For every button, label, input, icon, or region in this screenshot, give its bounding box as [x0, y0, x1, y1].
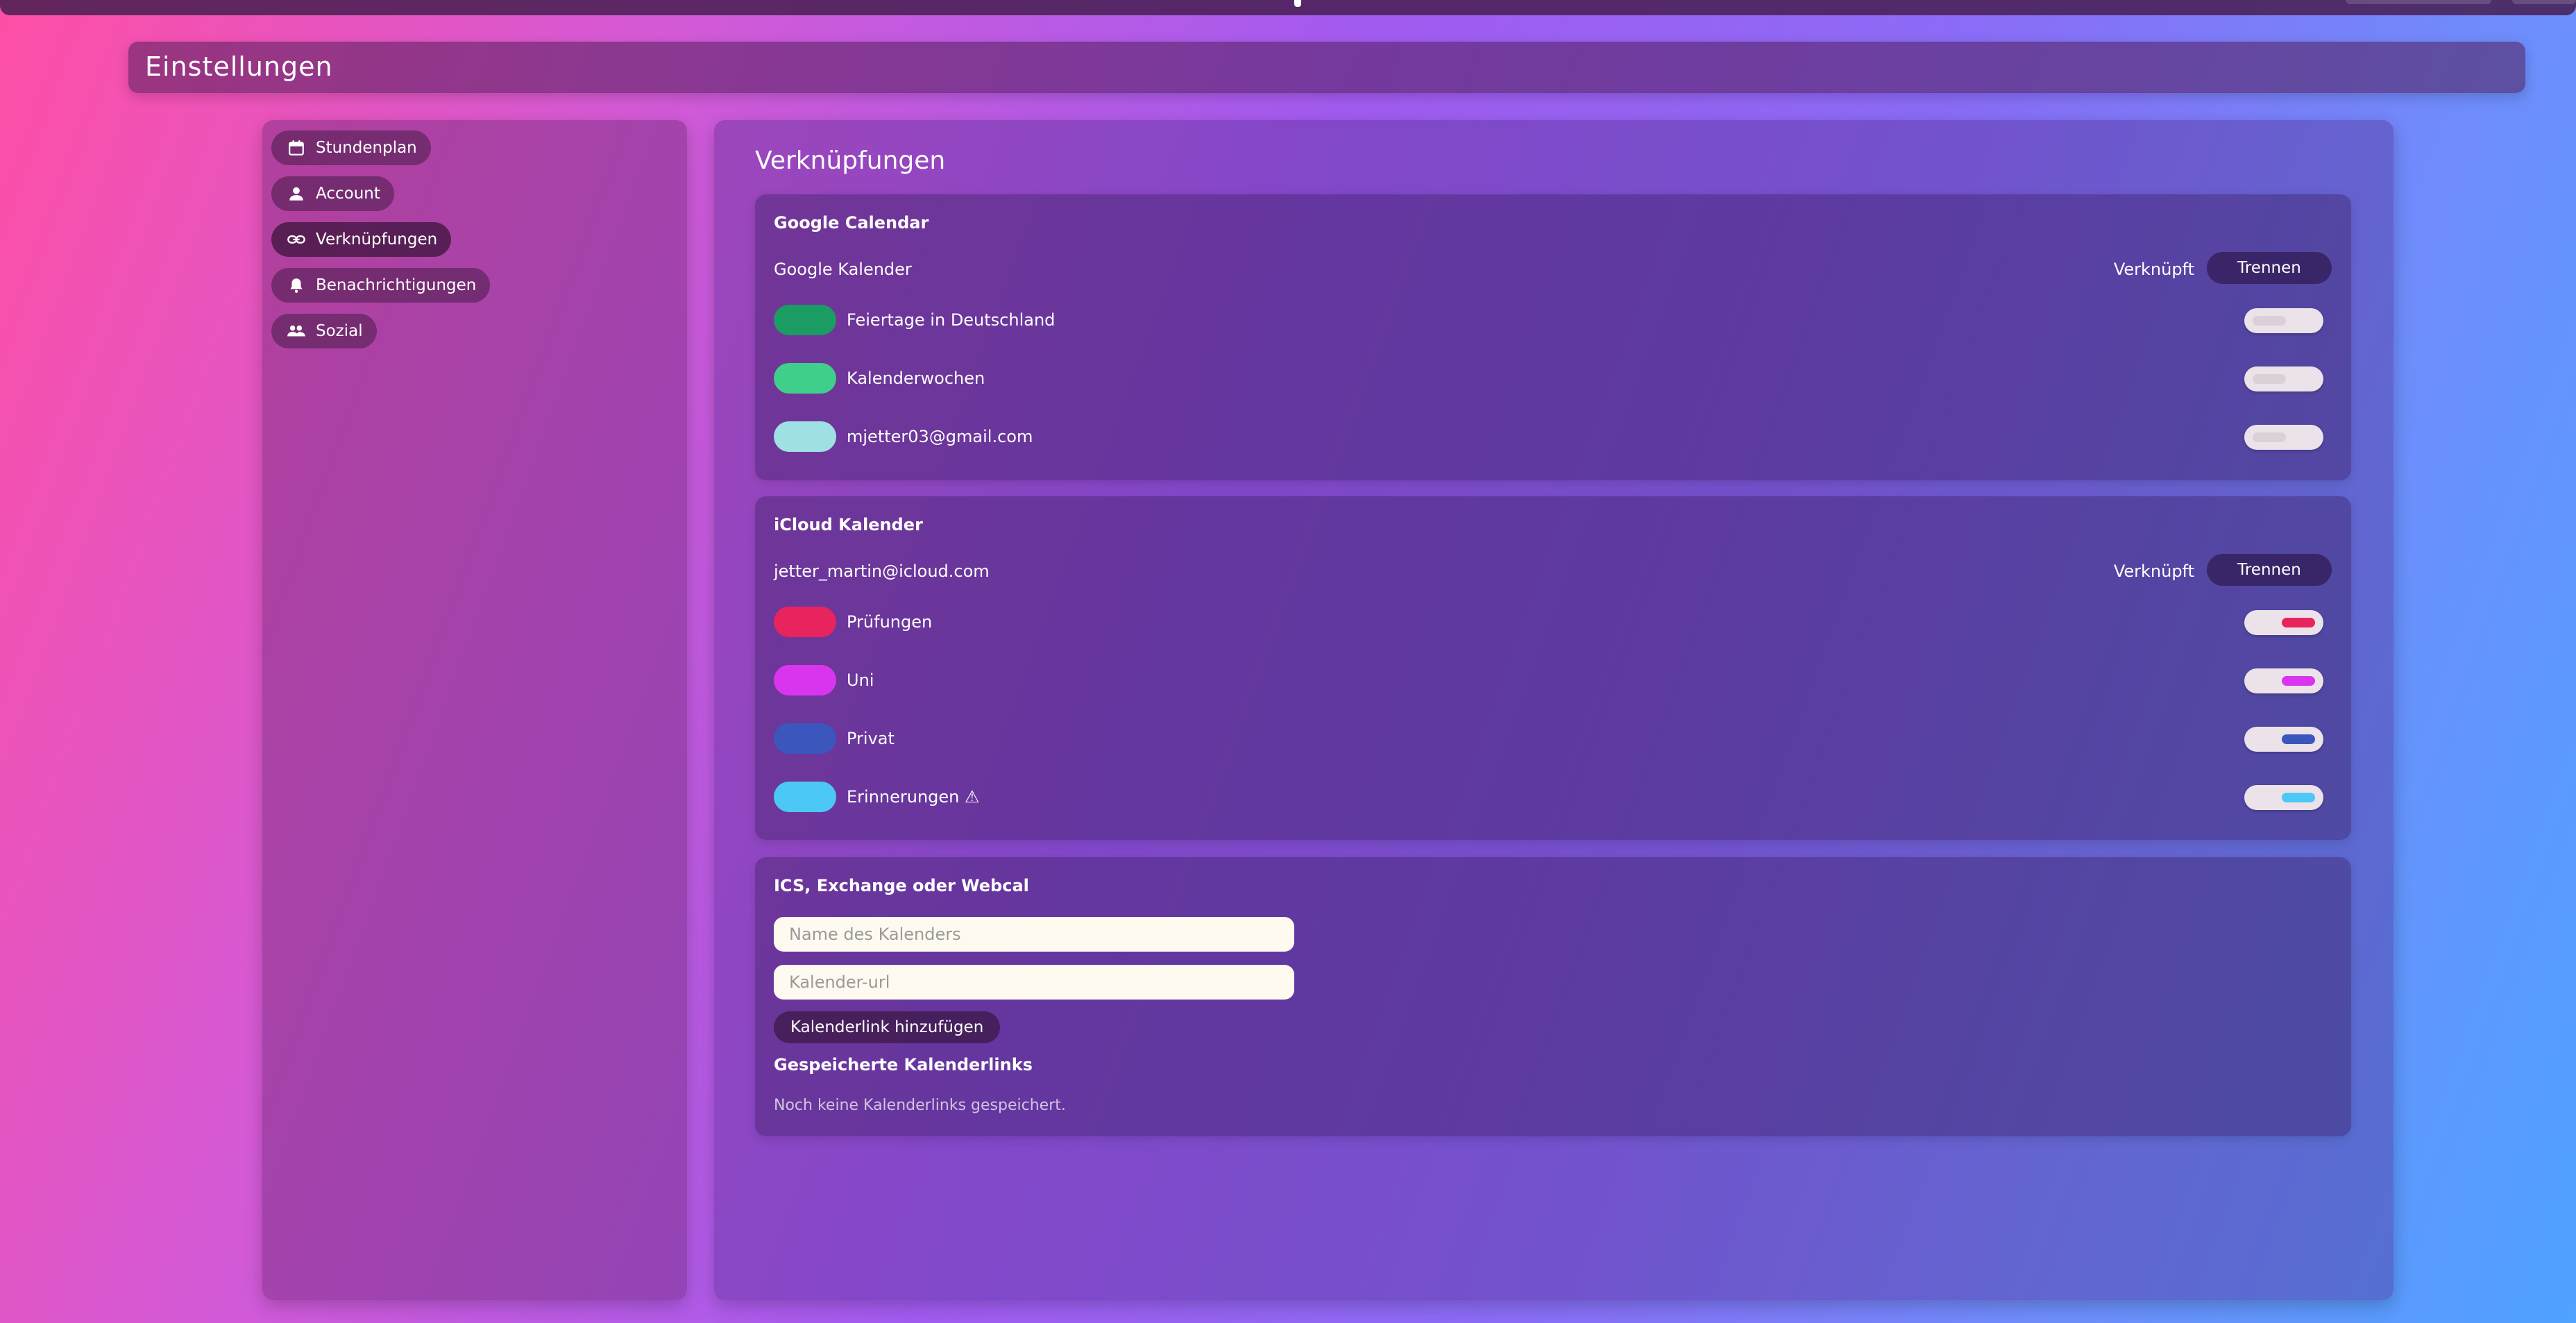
sidebar-item-label: Account: [316, 185, 380, 203]
sidebar-item-label: Verknüpfungen: [316, 230, 438, 248]
status-badge: Verknüpft: [2113, 260, 2194, 279]
sidebar-item-verknuepfungen[interactable]: Verknüpfungen: [271, 222, 452, 257]
calendar-name: Prüfungen: [847, 612, 933, 632]
calendar-name: Uni: [847, 671, 874, 690]
calendar-name: Privat: [847, 729, 895, 748]
calendar-row: Feiertage in Deutschland: [774, 303, 2323, 337]
calendar-toggle[interactable]: [2244, 668, 2323, 693]
calendar-toggle[interactable]: [2244, 785, 2323, 810]
bell-icon: [287, 276, 306, 295]
section-title: Verknüpfungen: [755, 146, 946, 175]
calendar-name: mjetter03@gmail.com: [847, 427, 1033, 446]
calendar-name: Kalenderwochen: [847, 369, 985, 388]
calendar-toggle[interactable]: [2244, 610, 2323, 635]
calendar-color-swatch[interactable]: [774, 723, 836, 754]
calendar-row: Erinnerungen ⚠: [774, 780, 2323, 814]
top-bar-logo-fragment: [1294, 0, 1301, 7]
sidebar-item-sozial[interactable]: Sozial: [271, 314, 377, 348]
calendar-row: Prüfungen: [774, 605, 2323, 639]
settings-header: Einstellungen: [128, 42, 2525, 93]
sidebar-item-benachrichtigungen[interactable]: Benachrichtigungen: [271, 268, 491, 303]
sidebar-item-label: Stundenplan: [316, 139, 417, 157]
calendar-color-swatch[interactable]: [774, 607, 836, 637]
person-icon: [287, 184, 306, 203]
card-title: ICS, Exchange oder Webcal: [774, 876, 1029, 895]
calendar-name: Feiertage in Deutschland: [847, 310, 1056, 330]
account-name: jetter_martin@icloud.com: [774, 562, 990, 581]
calendar-row: Privat: [774, 722, 2323, 755]
icloud-calendar-card: iCloud Kalender jetter_martin@icloud.com…: [755, 496, 2351, 840]
calendar-name-input[interactable]: [774, 917, 1294, 952]
calendar-toggle[interactable]: [2244, 366, 2323, 391]
calendar-color-swatch[interactable]: [774, 665, 836, 696]
link-icon: [287, 230, 306, 249]
top-app-bar: [0, 0, 2576, 15]
sidebar-item-stundenplan[interactable]: Stundenplan: [271, 130, 431, 165]
calendar-row: Uni: [774, 664, 2323, 697]
account-name: Google Kalender: [774, 260, 912, 279]
disconnect-button[interactable]: Trennen: [2207, 252, 2332, 284]
calendar-toggle[interactable]: [2244, 425, 2323, 450]
people-icon: [287, 321, 306, 341]
calendar-icon: [287, 138, 306, 158]
calendar-toggle[interactable]: [2244, 727, 2323, 752]
calendar-color-swatch[interactable]: [774, 421, 836, 452]
sidebar-item-account[interactable]: Account: [271, 176, 394, 211]
card-title: iCloud Kalender: [774, 515, 923, 534]
calendar-name: Erinnerungen ⚠: [847, 787, 980, 807]
calendar-row: Kalenderwochen: [774, 362, 2323, 395]
calendar-color-swatch[interactable]: [774, 782, 836, 812]
disconnect-button[interactable]: Trennen: [2207, 554, 2332, 586]
top-bar-button[interactable]: [2512, 0, 2576, 4]
calendar-color-swatch[interactable]: [774, 363, 836, 394]
calendar-color-swatch[interactable]: [774, 305, 836, 335]
calendar-row: mjetter03@gmail.com: [774, 420, 2323, 453]
calendar-url-input[interactable]: [774, 965, 1294, 1000]
sidebar-item-label: Benachrichtigungen: [316, 276, 477, 294]
calendar-toggle[interactable]: [2244, 308, 2323, 333]
status-badge: Verknüpft: [2113, 562, 2194, 581]
top-bar-button[interactable]: [2346, 0, 2491, 4]
card-title: Google Calendar: [774, 213, 929, 233]
saved-links-empty-text: Noch keine Kalenderlinks gespeichert.: [774, 1097, 1066, 1114]
add-calendar-link-button[interactable]: Kalenderlink hinzufügen: [774, 1011, 1001, 1043]
settings-sidebar: Stundenplan Account Verknüpfungen Benach…: [262, 120, 687, 1300]
ics-calendar-card: ICS, Exchange oder Webcal Kalenderlink h…: [755, 857, 2351, 1136]
settings-content: Verknüpfungen Google Calendar Google Kal…: [714, 120, 2393, 1300]
saved-links-heading: Gespeicherte Kalenderlinks: [774, 1055, 1033, 1075]
google-calendar-card: Google Calendar Google Kalender Verknüpf…: [755, 194, 2351, 480]
page-title: Einstellungen: [145, 51, 333, 82]
sidebar-item-label: Sozial: [316, 322, 363, 340]
